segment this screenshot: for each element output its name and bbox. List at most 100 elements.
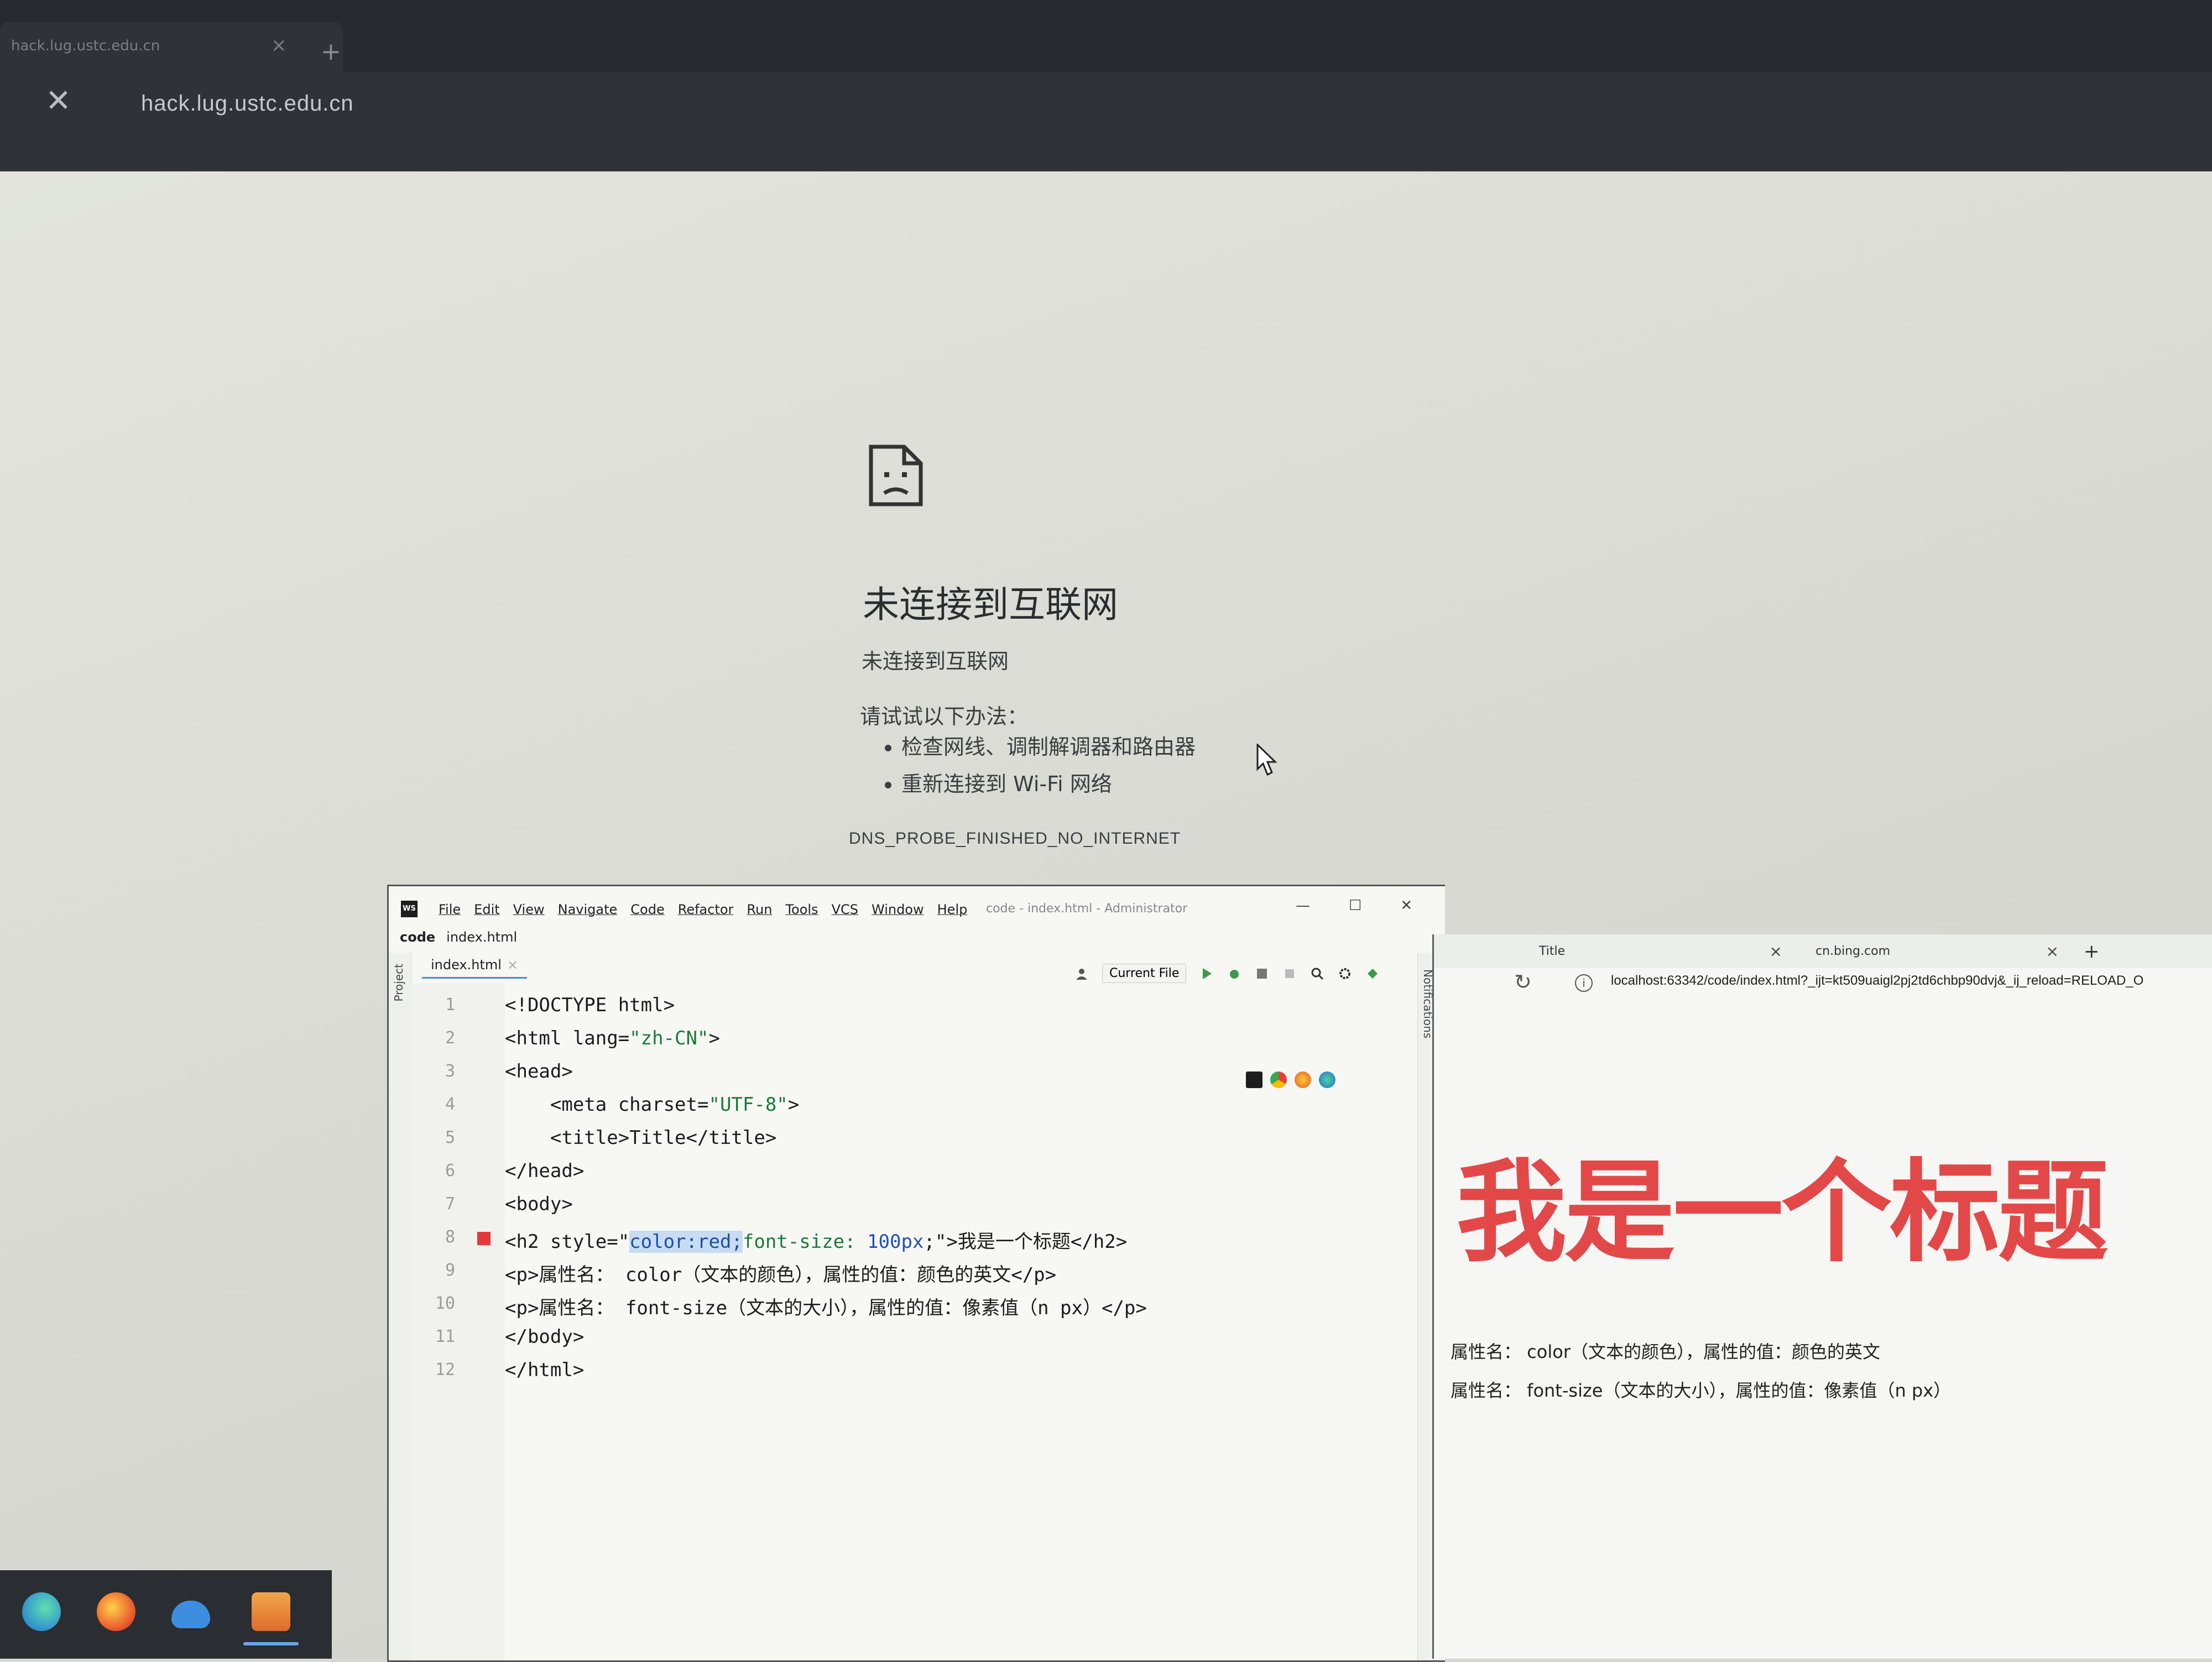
search-icon[interactable] (1310, 966, 1324, 981)
color-swatch-marker[interactable] (477, 1232, 491, 1245)
breadcrumb-file[interactable]: index.html (446, 929, 517, 945)
suggestion-item: 检查网线、调制解调器和路由器 (901, 730, 1196, 760)
code-line: </html> (505, 1359, 585, 1381)
breadcrumb: code index.html (400, 929, 517, 945)
ide-menubar: WS File Edit View Navigate Code Refactor… (389, 897, 1445, 925)
ide-window: WS File Edit View Navigate Code Refactor… (387, 885, 1445, 1662)
preview-tabstrip: Title × cn.bing.com × + (1434, 934, 2212, 968)
new-tab-button[interactable]: + (2084, 938, 2100, 965)
editor-tab-index-html[interactable]: index.html × (422, 953, 528, 979)
stop-icon[interactable] (1282, 966, 1297, 981)
code-line: <p>属性名： font-size（文本的大小），属性的值：像素值（n px）<… (505, 1297, 1147, 1319)
menu-window[interactable]: Window (872, 902, 924, 917)
close-tab-icon[interactable]: × (1770, 938, 1782, 965)
code-line: <body> (505, 1193, 573, 1215)
line-number: 4 (445, 1095, 455, 1114)
breadcrumb-project[interactable]: code (400, 929, 435, 945)
preview-paragraph-font-size: 属性名： font-size（文本的大小），属性的值：像素值（n px） (1451, 1380, 1952, 1401)
preview-address-bar: ↻ i localhost:63342/code/index.html?_ijt… (1434, 968, 2212, 1006)
line-number: 6 (445, 1161, 455, 1180)
run-config-select[interactable]: Current File (1102, 964, 1187, 983)
maximize-icon[interactable]: ☐ (1349, 897, 1361, 914)
sad-page-icon (869, 445, 923, 506)
run-icon[interactable] (1199, 966, 1214, 981)
edge-icon[interactable] (1319, 1072, 1335, 1088)
chrome-icon[interactable] (1270, 1072, 1287, 1088)
tab-label: cn.bing.com (1815, 944, 1890, 958)
menu-code[interactable]: Code (630, 902, 664, 917)
project-tool-strip[interactable]: Project (389, 953, 411, 1660)
project-tool-label[interactable]: Project (392, 964, 405, 1001)
error-title: 未连接到互联网 (863, 583, 1118, 626)
firefox-icon[interactable] (1295, 1072, 1311, 1088)
close-tab-icon[interactable]: × (2046, 938, 2059, 965)
line-number: 7 (445, 1194, 455, 1214)
address-bar[interactable]: hack.lug.ustc.edu.cn (141, 91, 354, 116)
code-line: </body> (505, 1326, 585, 1348)
preview-heading: 我是一个标题 (1456, 1148, 2109, 1277)
error-try-heading: 请试试以下办法： (860, 704, 1029, 729)
close-tab-icon[interactable]: × (271, 34, 287, 56)
code-line: </head> (505, 1160, 585, 1182)
url-field[interactable]: localhost:63342/code/index.html?_ijt=kt5… (1611, 973, 2208, 989)
plugin-icon[interactable] (1365, 966, 1380, 981)
ide-toolbar: Current File (1074, 964, 1380, 983)
selected-text: color:red; (629, 1231, 743, 1253)
code-line: <title>Title</title> (505, 1127, 777, 1149)
webstorm-browser-icon[interactable] (1246, 1072, 1262, 1088)
windows-taskbar (0, 1570, 332, 1659)
preview-paragraph-color: 属性名： color（文本的颜色），属性的值：颜色的英文 (1451, 1341, 1880, 1362)
line-number: 10 (435, 1294, 455, 1313)
line-number: 12 (435, 1360, 455, 1379)
code-line: <p>属性名： color（文本的颜色），属性的值：颜色的英文</p> (505, 1264, 1057, 1286)
code-line: <html lang="zh-CN"> (505, 1027, 720, 1049)
line-number: 11 (435, 1327, 455, 1346)
menu-file[interactable]: File (439, 902, 461, 917)
chrome-tab-title: hack.lug.ustc.edu.cn (11, 38, 160, 54)
error-code: DNS_PROBE_FINISHED_NO_INTERNET (849, 829, 1181, 848)
preview-tab-title[interactable]: Title × (1539, 938, 1788, 965)
menu-tools[interactable]: Tools (785, 902, 818, 917)
reload-icon[interactable]: ↻ (1514, 970, 1532, 994)
menu-navigate[interactable]: Navigate (558, 902, 618, 917)
preview-tab-bing[interactable]: cn.bing.com × (1815, 938, 2064, 965)
line-number: 2 (445, 1028, 455, 1048)
error-subtitle: 未连接到互联网 (862, 649, 1009, 673)
store-icon[interactable] (252, 1592, 290, 1631)
editor-tab-label: index.html (431, 957, 502, 973)
line-number: 8 (445, 1227, 455, 1247)
menu-run[interactable]: Run (747, 902, 772, 917)
error-suggestions: 检查网线、调制解调器和路由器 重新连接到 Wi-Fi 网络 (885, 730, 1196, 804)
suggestion-item: 重新连接到 Wi-Fi 网络 (901, 767, 1196, 797)
chrome-toolbar: ✕ hack.lug.ustc.edu.cn (0, 72, 2212, 182)
menu-help[interactable]: Help (937, 902, 968, 917)
close-tab-icon[interactable]: × (507, 957, 518, 973)
code-line: <h2 style="color:red;font-size: 100px;">… (505, 1231, 1128, 1253)
coverage-icon[interactable] (1255, 966, 1269, 981)
line-number: 1 (445, 995, 455, 1015)
code-line: <head> (505, 1060, 573, 1083)
user-icon[interactable] (1074, 966, 1089, 981)
close-window-icon[interactable]: ✕ (1400, 897, 1412, 914)
line-number: 3 (445, 1062, 455, 1081)
tab-label: Title (1539, 944, 1566, 958)
minimize-icon[interactable]: — (1296, 897, 1310, 914)
menu-view[interactable]: View (513, 902, 545, 917)
menu-vcs[interactable]: VCS (832, 902, 858, 917)
stop-loading-icon[interactable]: ✕ (45, 83, 71, 119)
new-tab-button[interactable]: + (321, 38, 341, 66)
edge-icon[interactable] (22, 1592, 61, 1631)
ide-title-path: code - index.html - Administrator (986, 902, 1188, 916)
firefox-icon[interactable] (97, 1592, 135, 1631)
menu-refactor[interactable]: Refactor (678, 902, 734, 917)
info-icon[interactable]: i (1575, 974, 1593, 992)
gear-icon[interactable] (1338, 966, 1352, 981)
chrome-tabstrip: hack.lug.ustc.edu.cn × + (0, 0, 2212, 83)
webstorm-logo-icon: WS (401, 901, 418, 917)
debug-icon[interactable] (1227, 966, 1241, 981)
chrome-tab[interactable]: hack.lug.ustc.edu.cn × (0, 22, 343, 72)
menu-edit[interactable]: Edit (474, 902, 499, 917)
window-controls: — ☐ ✕ (1296, 897, 1412, 914)
preview-browser-window: Title × cn.bing.com × + ↻ i localhost:63… (1432, 934, 2212, 1659)
onedrive-icon[interactable] (171, 1601, 210, 1628)
